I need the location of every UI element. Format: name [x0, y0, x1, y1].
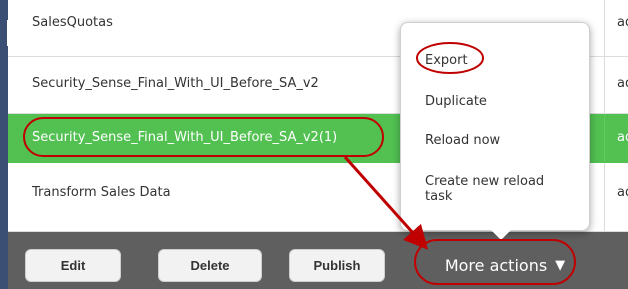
row-name: SalesQuotas: [32, 15, 113, 30]
row-cell: ad: [617, 15, 628, 30]
row-name: Transform Sales Data: [32, 185, 171, 200]
publish-button[interactable]: Publish: [289, 249, 385, 282]
row-name: Security_Sense_Final_With_UI_Before_SA_v…: [32, 76, 319, 91]
menu-item-create-reload-task[interactable]: Create new reload task: [425, 174, 565, 204]
menu-item-reload-now[interactable]: Reload now: [425, 133, 500, 148]
sidebar-edge: [0, 232, 8, 289]
sidebar-edge: [0, 0, 8, 232]
column-divider: [604, 114, 605, 162]
more-actions-menu: Export Duplicate Reload now Create new r…: [400, 22, 590, 231]
row-cell: ad: [617, 130, 628, 145]
caret-down-icon: ▼: [555, 258, 566, 273]
action-toolbar: Edit Delete Publish More actions ▼: [0, 232, 628, 289]
delete-button[interactable]: Delete: [158, 249, 262, 282]
row-cell: ad: [617, 76, 628, 91]
column-divider: [604, 0, 605, 56]
menu-item-export[interactable]: Export: [425, 53, 468, 68]
edit-button[interactable]: Edit: [25, 249, 121, 282]
more-actions-label: More actions: [444, 256, 548, 275]
more-actions-button[interactable]: More actions ▼: [425, 249, 585, 282]
column-divider: [604, 163, 605, 231]
row-cell: ad: [617, 185, 628, 200]
row-name: Security_Sense_Final_With_UI_Before_SA_v…: [32, 130, 338, 145]
menu-item-duplicate[interactable]: Duplicate: [425, 94, 487, 109]
column-divider: [604, 57, 605, 113]
menu-pointer: [491, 230, 511, 240]
